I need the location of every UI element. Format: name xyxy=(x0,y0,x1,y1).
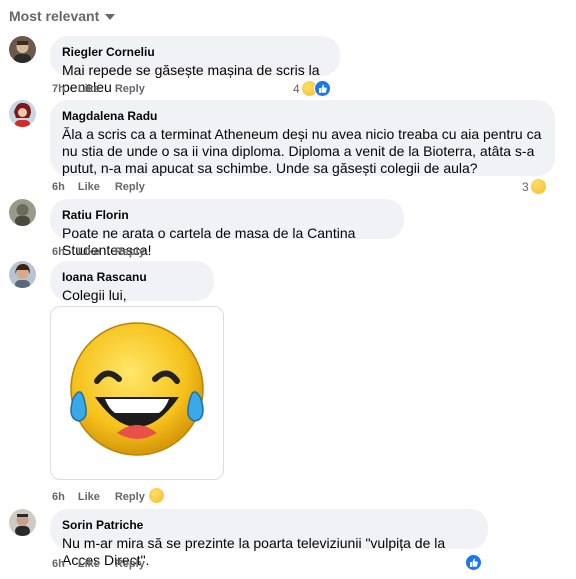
reaction-count: 4 xyxy=(293,81,300,96)
comment-bubble: Sorin Patriche Nu m-ar mira să se prezin… xyxy=(50,509,488,568)
avatar[interactable] xyxy=(9,509,36,536)
reply-button[interactable]: Reply xyxy=(115,490,145,504)
reply-button[interactable]: Reply xyxy=(115,82,145,96)
like-button[interactable]: Like xyxy=(78,490,100,504)
like-button[interactable]: Like xyxy=(78,245,100,259)
avatar[interactable] xyxy=(9,261,36,288)
comment-author[interactable]: Riegler Corneliu xyxy=(62,44,328,60)
like-button[interactable]: Like xyxy=(78,82,100,96)
comment-bubble: Riegler Corneliu Mai repede se găsește m… xyxy=(50,36,340,95)
comment-time[interactable]: 6h xyxy=(52,490,65,504)
comment-text: Ăla a scris ca a terminat Atheneum deși … xyxy=(62,126,542,176)
reaction-summary[interactable] xyxy=(148,487,165,504)
reply-button[interactable]: Reply xyxy=(115,557,145,571)
reply-button[interactable]: Reply xyxy=(115,180,145,194)
comment-time[interactable]: 7h xyxy=(52,82,65,96)
comment-bubble: Magdalena Radu Ăla a scris ca a terminat… xyxy=(50,100,555,176)
haha-reaction-icon xyxy=(148,487,165,504)
comment-actions: 6h Like Reply xyxy=(52,180,160,194)
reply-button[interactable]: Reply xyxy=(115,245,145,259)
comment-actions: 6h Like Reply xyxy=(52,557,160,571)
laughing-tears-sticker[interactable] xyxy=(50,306,224,480)
comment-bubble: Ioana Rascanu Colegii lui, academicienii… xyxy=(50,261,214,320)
like-button[interactable]: Like xyxy=(78,557,100,571)
reaction-summary[interactable] xyxy=(465,554,482,571)
reaction-summary[interactable]: 3 xyxy=(522,178,547,195)
like-button[interactable]: Like xyxy=(78,180,100,194)
comment-author[interactable]: Ratiu Florin xyxy=(62,207,392,223)
comment-bubble: Ratiu Florin Poate ne arata o cartela de… xyxy=(50,199,404,258)
comment-actions: 6h Like Reply xyxy=(52,245,160,259)
comment-actions: 6h Like Reply xyxy=(52,490,160,504)
comment-time[interactable]: 6h xyxy=(52,245,65,259)
comment-author[interactable]: Sorin Patriche xyxy=(62,517,476,533)
like-reaction-icon xyxy=(465,554,482,571)
comment-actions: 7h Like Reply xyxy=(52,82,160,96)
reaction-count: 3 xyxy=(522,179,529,194)
comment-time[interactable]: 6h xyxy=(52,557,65,571)
haha-reaction-icon xyxy=(529,178,547,195)
sort-label: Most relevant xyxy=(9,8,100,24)
avatar[interactable] xyxy=(9,100,36,127)
reaction-summary[interactable]: 4 xyxy=(293,80,331,97)
avatar[interactable] xyxy=(9,199,36,226)
chevron-down-icon xyxy=(105,14,116,20)
comment-time[interactable]: 6h xyxy=(52,180,65,194)
comment-author[interactable]: Magdalena Radu xyxy=(62,108,543,124)
like-reaction-icon xyxy=(313,80,331,97)
sort-dropdown[interactable]: Most relevant xyxy=(9,8,116,24)
comment-author[interactable]: Ioana Rascanu xyxy=(62,269,202,285)
avatar[interactable] xyxy=(9,36,36,63)
